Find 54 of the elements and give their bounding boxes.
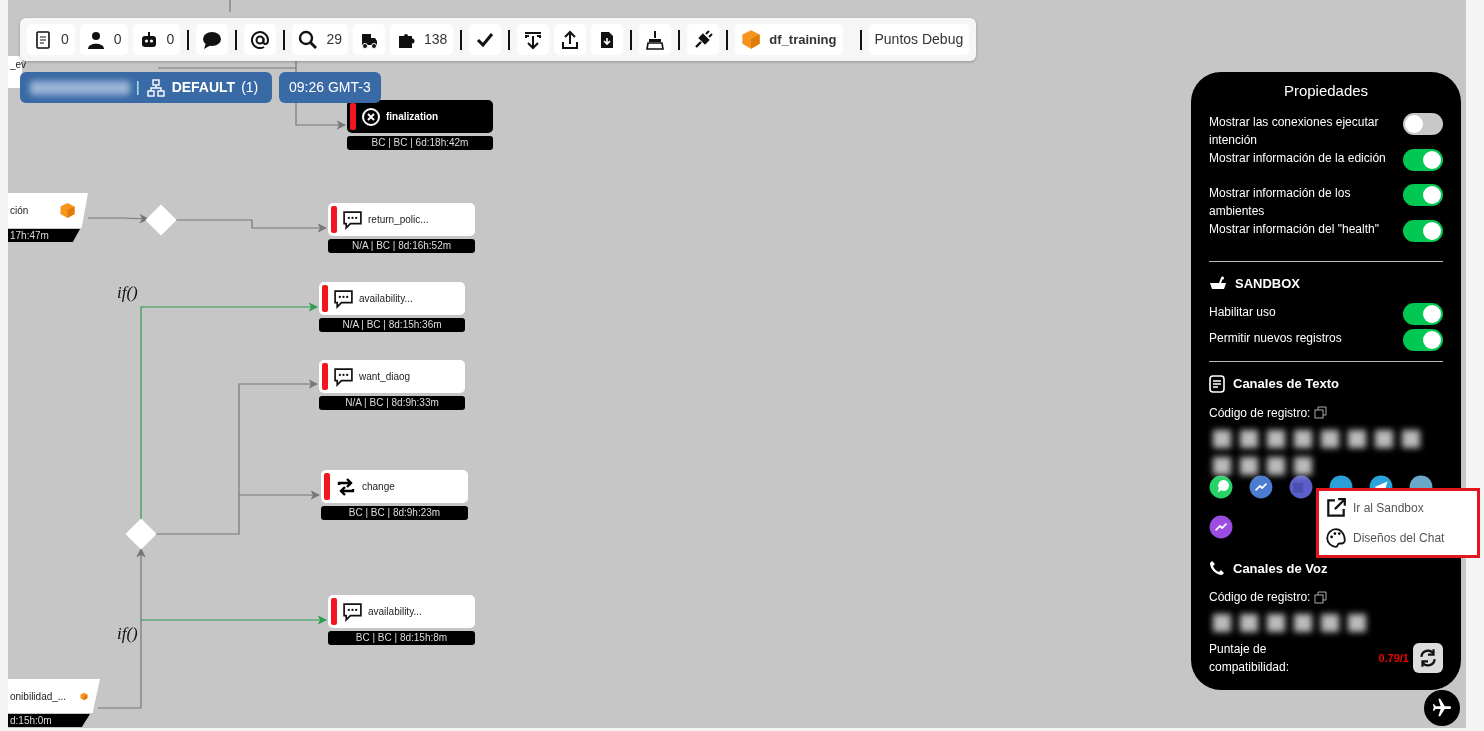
environment-count: (1) [241, 78, 259, 97]
toggle-label: Mostrar información del "health" [1209, 220, 1379, 238]
intent-node[interactable]: ción [8, 193, 88, 228]
node-label: return_polic... [368, 213, 429, 227]
debug-button[interactable]: Puntos Debug [868, 24, 970, 55]
toggle-label: Habilitar uso [1209, 304, 1276, 321]
flow-node[interactable]: want_diaog [319, 360, 465, 393]
puzzle-count-button[interactable]: 138 [389, 24, 454, 55]
node-info: N/A | BC | 8d:16h:52m [328, 239, 475, 253]
environment-name: DEFAULT [171, 78, 236, 97]
code-label: Código de registro: [1209, 404, 1311, 422]
node-label: availability... [359, 292, 413, 306]
flow-node[interactable]: return_polic... [328, 203, 475, 236]
environment-badge[interactable]: | DEFAULT (1) [20, 72, 272, 103]
compatibility-label: Puntaje de compatibilidad: [1209, 641, 1291, 676]
search-button[interactable]: 29 [292, 24, 348, 55]
menu-item[interactable]: Diseños del Chat [1325, 527, 1471, 549]
node-info: N/A | BC | 8d:15h:36m [319, 318, 465, 332]
divider: | [136, 78, 140, 97]
node-info: BC | BC | 8d:9h:23m [321, 506, 468, 520]
node-info: N/A | BC | 8d:9h:33m [319, 396, 465, 410]
bot-count-button[interactable]: 0 [132, 24, 181, 55]
toggle-label: Mostrar las conexiones ejecutar intención [1209, 113, 1380, 149]
node-label: ción [10, 204, 29, 218]
time-badge: 09:26 GMT-3 [279, 72, 381, 103]
node-label: change [362, 480, 395, 494]
project-button[interactable]: df_training [735, 24, 843, 55]
flow-node[interactable]: availability... [319, 282, 465, 315]
agent-count-button[interactable]: 0 [79, 24, 128, 55]
section-title: SANDBOX [1235, 274, 1300, 293]
node-info: BC | BC | 8d:15h:8m [328, 631, 475, 645]
condition-label: if() [117, 623, 138, 645]
node-info: 17h:47m [8, 229, 80, 242]
flow-node[interactable]: availability... [328, 595, 475, 628]
condition-label: if() [117, 282, 138, 304]
toggle-label: Permitir nuevos registros [1209, 330, 1342, 347]
flow-node[interactable]: finalization [347, 100, 493, 133]
panel-title: Propiedades [1282, 81, 1370, 101]
flow-node[interactable]: change [321, 470, 468, 503]
node-info: d:15h:0m [8, 714, 90, 727]
menu-item[interactable]: Ir al Sandbox [1325, 497, 1471, 519]
node-info: BC | BC | 6d:18h:42m [347, 136, 493, 150]
node-label: finalization [386, 110, 439, 124]
node-label: onibilidad_... [10, 689, 67, 704]
intent-node[interactable]: onibilidad_... [8, 679, 100, 713]
toggle-label: Mostrar información de los ambientes [1209, 184, 1352, 220]
section-title: Canales de Texto [1233, 375, 1339, 393]
node-label: want_diaog [359, 370, 411, 384]
toggle-label: Mostrar información de la edición [1209, 149, 1386, 167]
node-label: availability... [368, 605, 422, 619]
compatibility-score: 0.79/1 [1378, 650, 1409, 666]
section-title: Canales de Voz [1233, 559, 1328, 578]
document-count-button[interactable]: 0 [27, 24, 75, 55]
code-label: Código de registro: [1209, 589, 1311, 606]
